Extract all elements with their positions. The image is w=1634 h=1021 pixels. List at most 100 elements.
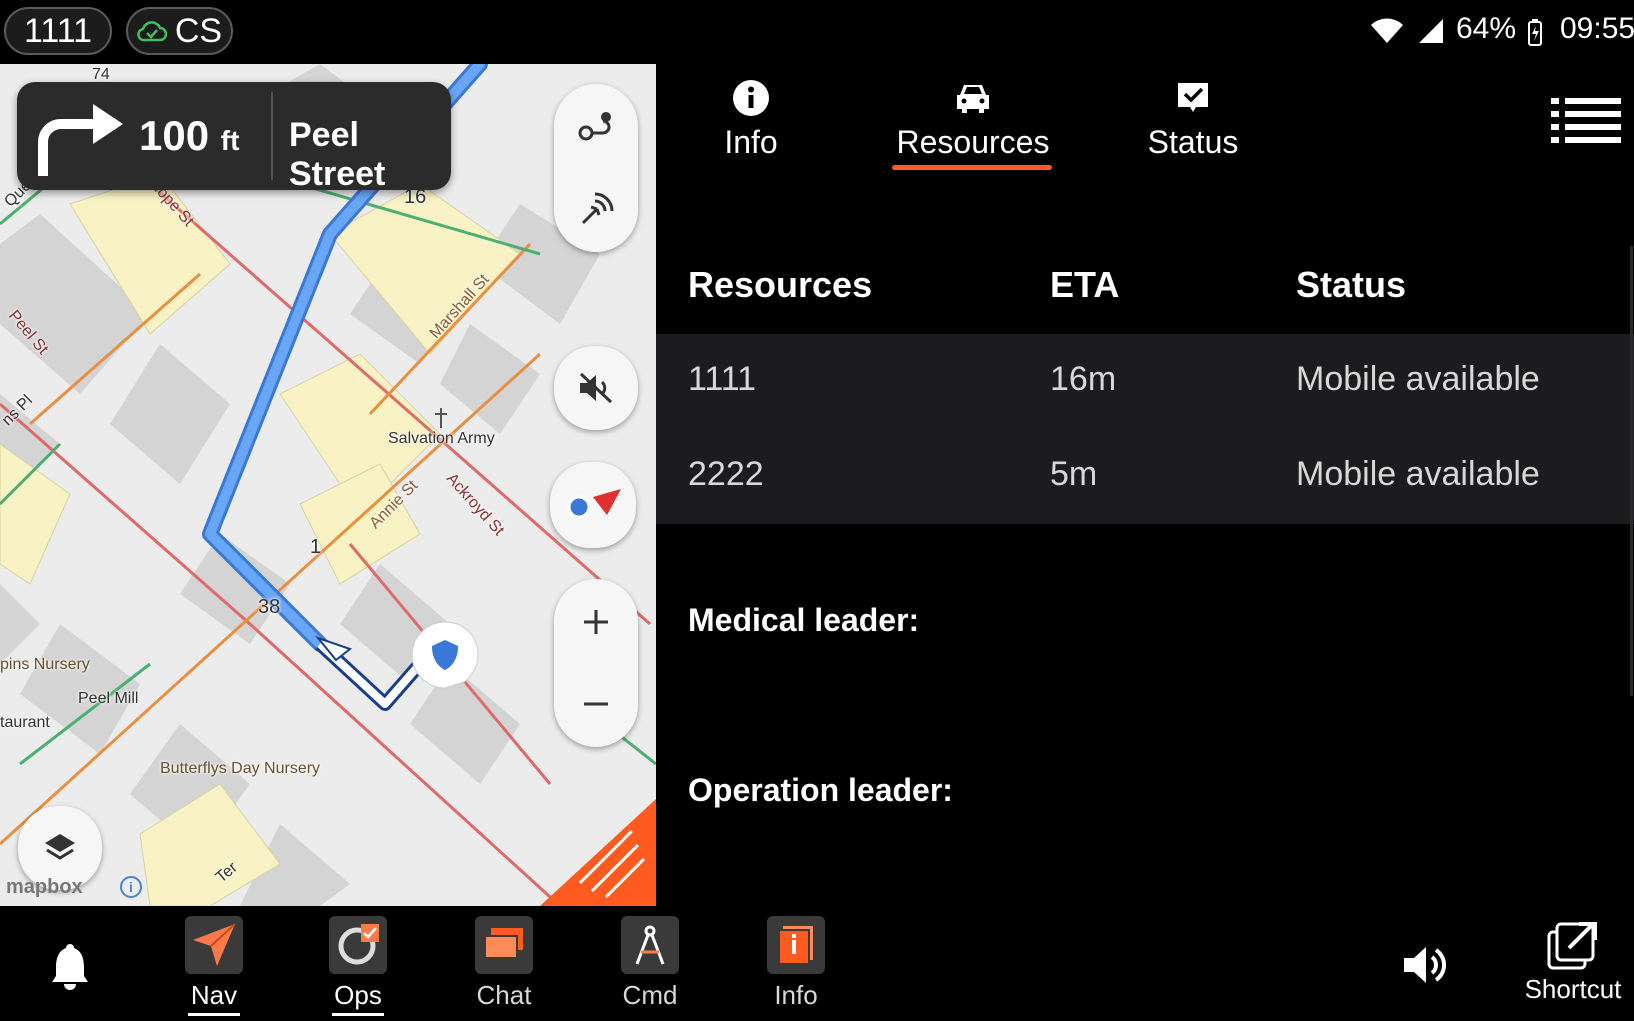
car-icon xyxy=(957,85,989,113)
quick-action-corner-button[interactable] xyxy=(540,799,656,906)
nav-item-chat[interactable]: Chat xyxy=(454,916,554,1011)
tab-status[interactable]: Status xyxy=(1098,76,1288,161)
route-overview-button[interactable] xyxy=(566,96,626,156)
active-tab-indicator xyxy=(892,165,1052,170)
nav-item-nav[interactable]: Nav xyxy=(164,916,264,1016)
map-label: Butterflys Day Nursery xyxy=(160,760,321,777)
ops-icon-box xyxy=(329,916,387,974)
tab-label: Status xyxy=(1147,124,1239,160)
resource-id: 2222 xyxy=(688,455,764,493)
nav-icon-box xyxy=(185,916,243,974)
zoom-controls xyxy=(554,579,638,747)
attribution-info-icon[interactable]: i xyxy=(120,876,142,898)
resource-status: Mobile available xyxy=(1296,360,1540,398)
nav-label: Info xyxy=(774,980,818,1010)
column-header-status: Status xyxy=(1296,264,1407,305)
mapbox-logo: mapbox xyxy=(6,876,83,898)
sync-status-text: CS xyxy=(174,11,223,50)
salvation-army-label: Salvation Army xyxy=(388,430,495,447)
check-icon xyxy=(1178,83,1208,112)
active-indicator xyxy=(188,1013,240,1016)
resource-eta: 16m xyxy=(1050,360,1117,398)
nav-item-info[interactable]: Info xyxy=(746,916,846,1011)
signal-pin-icon xyxy=(581,192,614,225)
battery-percentage: 64% xyxy=(1456,12,1517,45)
layers-icon xyxy=(45,834,75,860)
table-row[interactable]: 1111 16m Mobile available xyxy=(656,334,1634,429)
ops-icon xyxy=(338,924,379,965)
street-name: Peel Street xyxy=(289,116,386,193)
tab-label: Resources xyxy=(896,124,1050,160)
zoom-in-button[interactable] xyxy=(566,592,626,652)
compass-location-icon xyxy=(567,489,621,519)
clock: 09:55 xyxy=(1560,12,1634,45)
info-icon-box xyxy=(767,916,825,974)
compass-icon xyxy=(635,925,665,965)
compass-button[interactable] xyxy=(550,462,636,548)
shortcut-button[interactable]: Shortcut xyxy=(1518,920,1628,1005)
turn-instruction-card[interactable]: 100 ft Peel Street xyxy=(17,82,451,193)
nav-label: Chat xyxy=(476,980,532,1010)
turn-distance-value: 100 xyxy=(139,112,210,159)
nav-item-ops[interactable]: Ops xyxy=(308,916,408,1016)
wifi-icon xyxy=(1371,18,1403,43)
route-controls xyxy=(554,84,638,252)
map-label: 1 xyxy=(310,536,322,558)
tab-label: Info xyxy=(724,124,778,160)
column-header-eta: ETA xyxy=(1050,264,1120,305)
turn-distance: 100 ft xyxy=(139,112,239,160)
resource-status: Mobile available xyxy=(1296,455,1540,493)
signal-icon xyxy=(1419,19,1443,43)
shortcut-label: Shortcut xyxy=(1524,974,1622,1004)
cmd-icon-box xyxy=(621,916,679,974)
menu-list-icon[interactable] xyxy=(1551,96,1621,146)
minus-icon xyxy=(584,702,608,706)
divider xyxy=(271,92,273,180)
speaker-mute-icon xyxy=(579,372,613,404)
nav-item-cmd[interactable]: Cmd xyxy=(600,916,700,1011)
table-row[interactable]: 2222 5m Mobile available xyxy=(656,429,1634,524)
bell-icon[interactable] xyxy=(50,942,90,990)
nav-label: Ops xyxy=(334,980,382,1010)
column-header-resources: Resources xyxy=(688,264,873,305)
map-label: pins Nursery xyxy=(0,656,90,673)
map-label: Peel Mill xyxy=(78,690,139,707)
plus-icon xyxy=(584,610,608,634)
unit-id-text: 1111 xyxy=(23,11,93,50)
mute-voice-button[interactable] xyxy=(554,346,638,430)
zoom-out-button[interactable] xyxy=(566,674,626,734)
scrollbar[interactable] xyxy=(1630,246,1633,696)
incident-panel: Info Resources Status Resources ETA Stat… xyxy=(656,64,1634,906)
nav-label: Cmd xyxy=(622,980,678,1010)
turn-right-icon xyxy=(38,104,123,176)
medical-leader-label: Medical leader: xyxy=(688,602,920,638)
resources-table-body: 1111 16m Mobile available 2222 5m Mobile… xyxy=(656,334,1634,524)
operation-leader-label: Operation leader: xyxy=(688,772,953,808)
sync-status-badge[interactable]: CS xyxy=(126,7,233,55)
map-view[interactable]: 74 16 Quee Hope St Peel St Marshall St S… xyxy=(0,64,656,906)
route-icon xyxy=(578,112,611,141)
map-label: 38 xyxy=(258,596,281,618)
resources-table-header: Resources ETA Status xyxy=(656,250,1634,316)
battery-charging-icon xyxy=(1528,19,1542,46)
chat-icon-box xyxy=(475,916,533,974)
unit-id-badge[interactable]: 1111 xyxy=(4,7,112,55)
navigation-arrow-icon xyxy=(193,923,236,966)
volume-icon[interactable] xyxy=(1402,944,1450,986)
tab-resources[interactable]: Resources xyxy=(878,76,1068,161)
tab-info[interactable]: Info xyxy=(656,76,846,161)
cloud-check-icon xyxy=(137,21,167,42)
recenter-button[interactable] xyxy=(566,180,626,240)
destination-pin-icon[interactable] xyxy=(408,618,482,692)
status-bar: 1111 CS 64% 09:55 xyxy=(0,0,1634,64)
map-label: taurant xyxy=(0,714,50,731)
chat-icon xyxy=(484,928,523,959)
turn-distance-unit: ft xyxy=(220,125,240,156)
external-link-icon xyxy=(1547,922,1597,970)
nav-label: Nav xyxy=(190,980,238,1010)
bottom-navigation: Nav Ops Chat Cmd Info Shortcut xyxy=(0,906,1634,1021)
info-book-icon xyxy=(778,926,813,965)
resource-eta: 5m xyxy=(1050,455,1098,493)
resource-id: 1111 xyxy=(688,360,757,398)
info-icon xyxy=(733,80,769,116)
